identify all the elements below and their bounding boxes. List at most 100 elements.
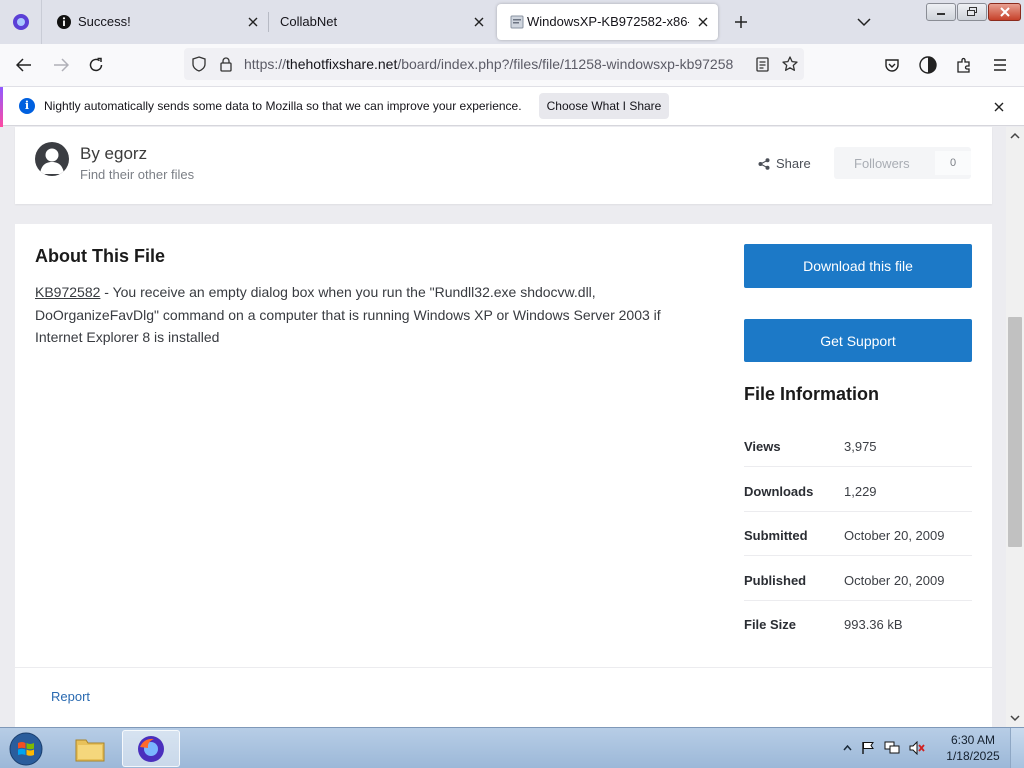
clock-time: 6:30 AM <box>950 733 996 747</box>
info-row-submitted: Submitted October 20, 2009 <box>744 512 972 556</box>
tracking-shield-icon[interactable] <box>190 55 208 73</box>
divider <box>15 667 992 668</box>
avatar[interactable] <box>35 142 69 176</box>
tab-success[interactable]: Success! <box>44 4 268 40</box>
restore-icon <box>967 7 977 16</box>
reader-view-icon[interactable] <box>754 56 770 72</box>
author-name[interactable]: By egorz <box>80 144 147 164</box>
minimize-button[interactable] <box>926 3 956 21</box>
lock-icon[interactable] <box>218 55 234 73</box>
share-label: Share <box>776 156 811 171</box>
menu-button[interactable] <box>986 51 1014 79</box>
firefox-icon <box>12 14 29 30</box>
find-other-files-link[interactable]: Find their other files <box>80 167 194 182</box>
pocket-button[interactable] <box>878 51 906 79</box>
tab-title: WindowsXP-KB972582-x86-ENU <box>527 14 689 29</box>
taskbar-firefox-button[interactable] <box>122 730 180 767</box>
start-button[interactable] <box>6 730 46 767</box>
firefox-view-button[interactable] <box>0 0 42 44</box>
folder-icon <box>75 739 105 761</box>
restore-button[interactable] <box>957 3 987 21</box>
notification-text: Nightly automatically sends some data to… <box>44 99 522 113</box>
close-icon <box>994 102 1004 112</box>
author-card: By egorz Find their other files Share Fo… <box>15 127 992 204</box>
taskbar-explorer-button[interactable] <box>61 730 119 767</box>
close-icon[interactable] <box>244 13 262 31</box>
info-key: File Size <box>744 617 797 632</box>
minimize-icon <box>937 13 945 15</box>
scroll-up-arrow-icon[interactable] <box>1009 129 1021 141</box>
info-row-views: Views 3,975 <box>744 423 972 467</box>
share-button[interactable]: Share <box>758 156 811 171</box>
share-icon <box>758 157 770 170</box>
new-tab-button[interactable] <box>730 11 752 33</box>
url-path: /board/index.php?/files/file/11258-windo… <box>397 56 734 72</box>
followers-count: 0 <box>935 151 971 175</box>
puzzle-icon <box>957 57 970 73</box>
chevron-down-icon <box>857 17 871 26</box>
plus-icon <box>735 16 747 28</box>
followers-button[interactable]: Followers 0 <box>834 147 971 179</box>
followers-label: Followers <box>854 156 910 171</box>
info-value: 1,229 <box>844 484 877 499</box>
account-button[interactable] <box>914 51 942 79</box>
data-collection-notification: i Nightly automatically sends some data … <box>0 86 1024 127</box>
about-title: About This File <box>35 246 165 266</box>
reload-icon <box>89 57 103 72</box>
info-value: October 20, 2009 <box>844 573 945 588</box>
scrollbar-thumb[interactable] <box>1008 317 1022 547</box>
show-desktop-button[interactable] <box>1010 728 1024 768</box>
show-hidden-icons-icon[interactable] <box>843 745 852 751</box>
notification-accent <box>0 87 3 127</box>
tab-separator <box>268 12 269 32</box>
tab-title: CollabNet <box>280 14 338 29</box>
volume-muted-icon[interactable] <box>909 741 925 755</box>
close-icon <box>999 7 1010 17</box>
close-icon[interactable] <box>470 13 488 31</box>
clock[interactable]: 6:30 AM 1/18/2025 <box>940 732 1006 764</box>
forward-button[interactable] <box>47 51 75 79</box>
tab-windowsxp-kb972582[interactable]: WindowsXP-KB972582-x86-ENU <box>497 4 718 40</box>
info-value: 3,975 <box>844 439 877 454</box>
arrow-left-icon <box>16 58 31 72</box>
bookmark-star-icon[interactable] <box>781 55 799 73</box>
network-icon[interactable] <box>884 741 900 755</box>
info-row-downloads: Downloads 1,229 <box>744 468 972 512</box>
download-button[interactable]: Download this file <box>744 244 972 288</box>
extensions-button[interactable] <box>950 51 978 79</box>
page-icon <box>509 14 525 30</box>
list-all-tabs-button[interactable] <box>853 12 875 32</box>
url-bar[interactable]: https://thehotfixshare.net/board/index.p… <box>184 48 804 80</box>
flag-icon[interactable] <box>861 741 875 755</box>
choose-what-i-share-button[interactable]: Choose What I Share <box>539 93 669 119</box>
info-value: October 20, 2009 <box>844 528 945 543</box>
tab-strip: Success! CollabNet WindowsXP-KB972582-x8… <box>0 0 1024 44</box>
back-button[interactable] <box>10 51 38 79</box>
info-key: Views <box>744 439 781 454</box>
url-text[interactable]: https://thehotfixshare.net/board/index.p… <box>244 56 749 72</box>
report-link[interactable]: Report <box>51 689 90 704</box>
info-row-file-size: File Size 993.36 kB <box>744 601 972 645</box>
vertical-scrollbar[interactable] <box>1006 127 1024 727</box>
reload-button[interactable] <box>82 51 110 79</box>
close-window-button[interactable] <box>988 3 1021 21</box>
description-text: - You receive an empty dialog box when y… <box>35 284 661 345</box>
info-icon: i <box>19 98 35 114</box>
close-icon[interactable] <box>694 13 712 31</box>
tab-title: Success! <box>78 14 131 29</box>
kb-link[interactable]: KB972582 <box>35 284 100 300</box>
scroll-down-arrow-icon[interactable] <box>1009 712 1021 724</box>
firefox-icon <box>138 735 164 762</box>
windows-logo-icon <box>9 732 43 765</box>
page-content: By egorz Find their other files Share Fo… <box>0 127 1006 727</box>
windows-taskbar: 6:30 AM 1/18/2025 <box>0 727 1024 768</box>
account-icon <box>919 56 937 74</box>
url-host: thehotfixshare.net <box>286 56 398 72</box>
system-tray <box>843 739 925 757</box>
tab-collabnet[interactable]: CollabNet <box>270 4 494 40</box>
close-notification-button[interactable] <box>990 98 1008 116</box>
get-support-button[interactable]: Get Support <box>744 319 972 362</box>
info-icon <box>56 14 72 30</box>
file-card: About This File KB972582 - You receive a… <box>15 224 992 727</box>
clock-date: 1/18/2025 <box>946 749 1000 763</box>
